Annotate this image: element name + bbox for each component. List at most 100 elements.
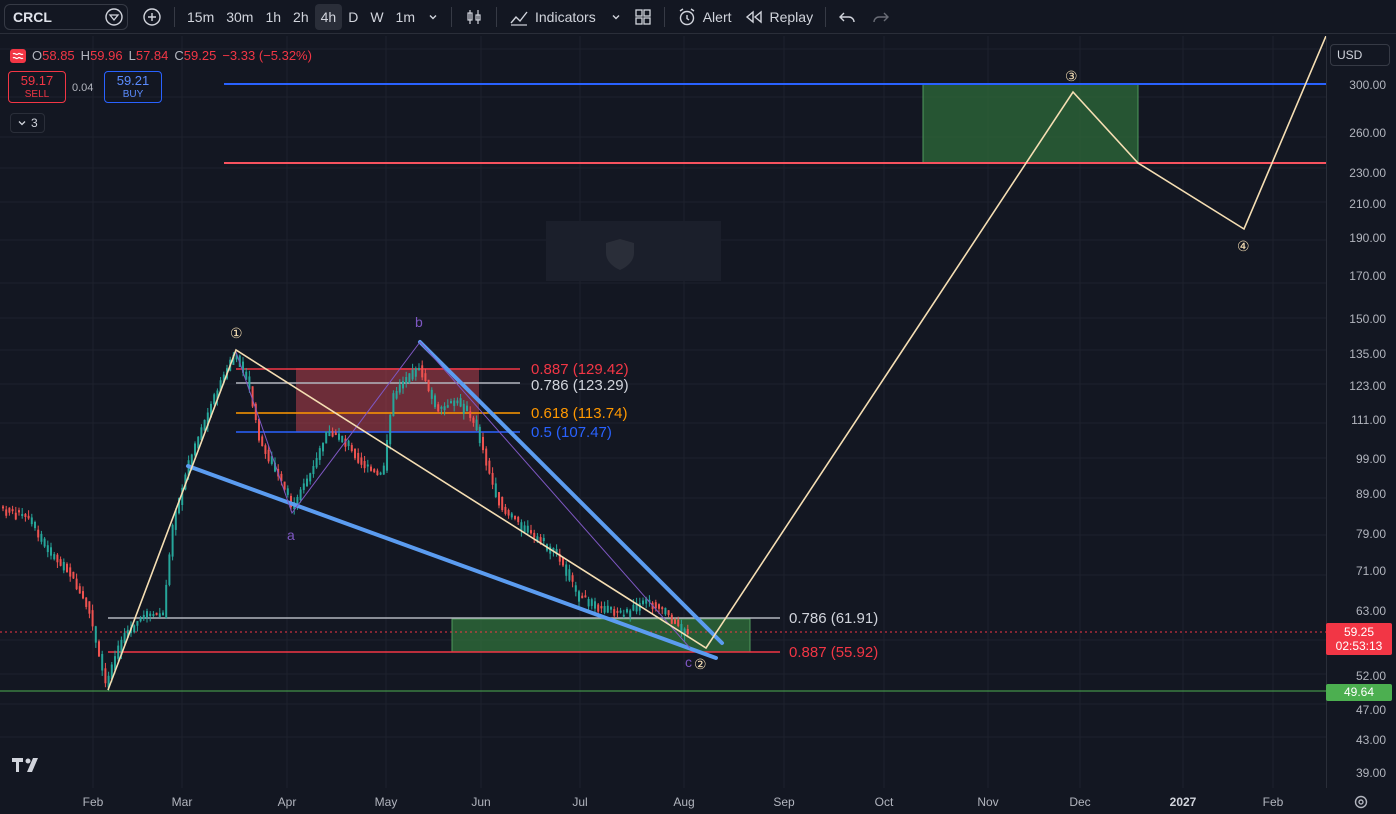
settings-gear-icon[interactable] <box>1353 794 1369 810</box>
candle-body <box>389 414 392 445</box>
candle-body <box>14 512 17 520</box>
time-tick-label: 2027 <box>1169 795 1197 809</box>
candle-body <box>370 466 372 471</box>
candle-body <box>677 619 680 627</box>
currency-selector[interactable]: USD <box>1330 44 1390 66</box>
candle-body <box>334 432 337 435</box>
candle-body <box>296 496 299 505</box>
time-tick-label: Apr <box>277 795 297 809</box>
wave-logo-icon <box>10 48 26 63</box>
candle-body <box>405 377 408 384</box>
candle-body <box>430 389 433 399</box>
price-chart[interactable] <box>0 36 1326 788</box>
redo-icon[interactable] <box>864 4 896 30</box>
interval-15m[interactable]: 15m <box>181 4 220 30</box>
alarm-clock-icon <box>677 7 697 27</box>
candle-body <box>104 668 107 684</box>
candle-body <box>133 625 136 633</box>
candle-body <box>398 384 401 393</box>
current-price-tag: 59.25 02:53:13 <box>1326 623 1392 655</box>
candle-body <box>514 515 516 520</box>
interval-W[interactable]: W <box>364 4 389 30</box>
candle-body <box>584 595 587 598</box>
time-axis[interactable]: Feb Mar Apr May Jun Jul Aug Sep Oct Nov Dec 2027 Feb <box>0 788 1396 814</box>
candle-body <box>62 561 65 571</box>
candles-icon[interactable] <box>458 4 490 30</box>
sell-button[interactable]: 59.17 SELL <box>8 71 66 103</box>
candle-body <box>411 369 414 380</box>
candle-body <box>158 613 161 618</box>
wave-label-c: c <box>685 654 692 670</box>
layouts-grid-icon[interactable] <box>628 4 658 30</box>
wave-label-2: ② <box>694 656 707 672</box>
fib-label-786: 0.786 (123.29) <box>531 377 629 394</box>
toolbar-separator <box>663 6 665 27</box>
candle-body <box>581 595 584 599</box>
candle-body <box>619 610 622 613</box>
interval-group: 15m 30m 1h 2h 4h D W 1m <box>181 3 421 30</box>
candle-body <box>424 373 427 381</box>
sell-price: 59.17 <box>20 73 54 88</box>
interval-4h[interactable]: 4h <box>314 3 343 30</box>
indicators-icon <box>509 8 529 26</box>
candle-body <box>606 605 609 613</box>
price-axis[interactable]: 300.00 260.00 230.00 210.00 190.00 170.00 150.… <box>1326 36 1396 788</box>
candle-body <box>661 607 664 610</box>
candle-body <box>286 488 289 495</box>
candle-body <box>312 466 315 475</box>
candle-body <box>56 554 59 563</box>
price-tick-label: 111.00 <box>1351 413 1386 427</box>
price-tick-label: 123.00 <box>1349 379 1386 393</box>
candle-body <box>299 489 302 501</box>
candle-body <box>75 578 78 590</box>
buy-button[interactable]: 59.21 BUY <box>104 71 162 103</box>
candle-body <box>462 403 465 414</box>
interval-30m[interactable]: 30m <box>220 4 259 30</box>
candle-body <box>328 431 331 437</box>
wave-label-3: ③ <box>1065 68 1078 84</box>
alert-label: Alert <box>702 8 732 25</box>
candle-body <box>507 510 510 516</box>
interval-1h[interactable]: 1h <box>259 4 287 30</box>
support-price-tag: 49.64 <box>1326 684 1392 701</box>
candle-body <box>85 597 88 607</box>
candle-body <box>264 445 267 454</box>
target-zone-upper <box>922 83 1139 164</box>
candle-body <box>597 604 600 612</box>
symbol-search-button[interactable]: CRCL <box>4 3 128 30</box>
time-tick-label: Mar <box>171 795 193 809</box>
undo-icon[interactable] <box>832 4 864 30</box>
interval-2h[interactable]: 2h <box>287 4 315 30</box>
candle-body <box>622 614 625 617</box>
time-tick-label: Jul <box>572 795 588 809</box>
candle-body <box>366 464 369 467</box>
candle-body <box>72 571 75 579</box>
diamond-icon[interactable] <box>105 7 123 26</box>
indicators-collapse-button[interactable]: 3 <box>10 113 45 133</box>
replay-button[interactable]: Replay <box>738 4 820 30</box>
add-symbol-icon[interactable] <box>136 4 168 30</box>
alert-button[interactable]: Alert <box>671 4 738 30</box>
chevron-down-icon[interactable] <box>421 4 445 30</box>
candle-body <box>379 472 382 475</box>
candle-body <box>24 513 27 517</box>
collapse-count: 3 <box>31 116 38 130</box>
candle-body <box>11 509 14 512</box>
wave-label-1: ① <box>230 325 243 341</box>
interval-1m[interactable]: 1m <box>390 4 421 30</box>
candle-body <box>414 368 417 377</box>
high-value: 59.96 <box>90 48 123 63</box>
price-tick-label: 99.00 <box>1355 452 1386 466</box>
candle-body <box>501 496 504 511</box>
candle-body <box>456 400 459 404</box>
interval-D[interactable]: D <box>342 4 364 30</box>
time-tick-label: Jun <box>471 795 491 809</box>
indicators-button[interactable]: Indicators <box>503 4 628 30</box>
symbol-name: CRCL <box>13 8 52 25</box>
wave-label-a: a <box>287 527 295 543</box>
candle-body <box>261 436 264 446</box>
buy-label: BUY <box>122 89 144 100</box>
candle-body <box>510 513 513 518</box>
candle-body <box>306 478 308 487</box>
candle-body <box>421 365 424 378</box>
